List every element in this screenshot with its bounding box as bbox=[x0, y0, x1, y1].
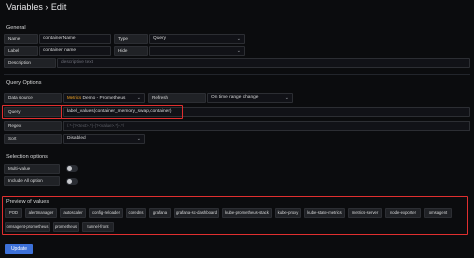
description-label: Description bbox=[4, 58, 56, 68]
refresh-select[interactable]: On time range change ⌄ bbox=[207, 93, 293, 103]
section-general: General bbox=[6, 25, 26, 31]
preview-value-chip: kube-state-metrics bbox=[304, 208, 345, 218]
datasource-select[interactable]: Metrics Demo - Prometheus ⌄ bbox=[63, 93, 145, 103]
include-all-label: Include All option bbox=[4, 176, 60, 186]
preview-value-chip: coredns bbox=[126, 208, 146, 218]
preview-value-chip: omsagent bbox=[424, 208, 452, 218]
description-input[interactable]: descriptive text bbox=[57, 58, 470, 68]
label-input[interactable]: container name bbox=[39, 46, 111, 56]
type-label: Type bbox=[114, 34, 148, 44]
preview-value-chip: node-exporter bbox=[385, 208, 421, 218]
preview-value-chip: metrics-server bbox=[348, 208, 382, 218]
query-label-highlight bbox=[2, 105, 62, 119]
preview-value-chip: config-reloader bbox=[89, 208, 123, 218]
datasource-value: Demo - Prometheus bbox=[82, 96, 126, 101]
page-title: Variables › Edit bbox=[6, 2, 67, 12]
regex-input[interactable]: /.*-(?<text>.*)-(?<value>.*)-.*/ bbox=[63, 121, 470, 131]
section-preview: Preview of values bbox=[6, 199, 50, 205]
label-label: Label bbox=[4, 46, 38, 56]
chevron-down-icon: ⌄ bbox=[236, 48, 241, 54]
name-label: Name bbox=[4, 34, 38, 44]
chevron-down-icon: ⌄ bbox=[284, 95, 289, 101]
multi-value-label: Multi-value bbox=[4, 164, 60, 174]
preview-value-chip: omsagent-prometheus bbox=[5, 222, 50, 232]
sort-select[interactable]: Disabled ⌄ bbox=[63, 134, 145, 144]
preview-value-chip: tunnel-front bbox=[82, 222, 114, 232]
datasource-label: Data source bbox=[4, 93, 62, 103]
sort-value: Disabled bbox=[67, 136, 86, 141]
chevron-down-icon: ⌄ bbox=[136, 95, 141, 101]
section-query-options: Query Options bbox=[6, 80, 42, 86]
divider bbox=[4, 74, 470, 75]
hide-select[interactable]: ⌄ bbox=[149, 46, 245, 56]
query-input-highlight bbox=[61, 105, 183, 119]
include-all-toggle[interactable] bbox=[66, 178, 78, 185]
preview-value-chip: alertmanager bbox=[25, 208, 57, 218]
section-selection: Selection options bbox=[6, 154, 48, 160]
preview-value-chip: grafana-sc-dashboard bbox=[174, 208, 219, 218]
preview-value-chip: kube-proxy bbox=[275, 208, 301, 218]
hide-label: Hide bbox=[114, 46, 148, 56]
update-button[interactable]: Update bbox=[5, 244, 33, 254]
sort-label: Sort bbox=[4, 134, 62, 144]
preview-value-chip: prometheus bbox=[53, 222, 79, 232]
chevron-down-icon: ⌄ bbox=[236, 36, 241, 42]
type-select[interactable]: Query ⌄ bbox=[149, 34, 245, 44]
preview-value-chip: kube-prometheus-stack bbox=[222, 208, 272, 218]
preview-value-chip: autoscaler bbox=[60, 208, 86, 218]
preview-value-chip: grafana bbox=[149, 208, 171, 218]
chevron-down-icon: ⌄ bbox=[136, 136, 141, 142]
name-input[interactable]: containerName bbox=[39, 34, 111, 44]
metrics-icon: Metrics bbox=[67, 95, 82, 100]
regex-label: Regex bbox=[4, 121, 62, 131]
preview-value-chip: POD bbox=[5, 208, 22, 218]
multi-value-toggle[interactable] bbox=[66, 165, 78, 172]
type-value: Query bbox=[153, 36, 167, 41]
refresh-value: On time range change bbox=[211, 95, 259, 100]
refresh-label: Refresh bbox=[148, 93, 206, 103]
